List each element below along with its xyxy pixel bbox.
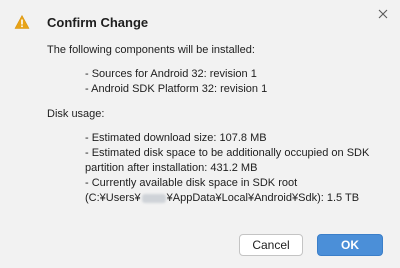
- redacted-username: [141, 193, 166, 203]
- close-icon: [378, 9, 388, 19]
- cancel-button[interactable]: Cancel: [239, 234, 303, 256]
- disk-space-line2: partition after installation: 431.2 MB: [85, 162, 258, 174]
- warning-icon: [14, 14, 30, 30]
- title-bar: Confirm Change: [14, 14, 148, 30]
- dialog-body: The following components will be install…: [47, 43, 388, 206]
- available-space-line2: (C:¥Users¥ ¥AppData¥Local¥Android¥Sdk): 1…: [85, 191, 388, 206]
- component-item: - Android SDK Platform 32: revision 1: [85, 83, 268, 95]
- close-button[interactable]: [374, 5, 392, 23]
- confirm-change-dialog: Confirm Change The following components …: [0, 0, 400, 268]
- component-item: - Sources for Android 32: revision 1: [85, 68, 257, 80]
- button-row: Cancel OK: [239, 234, 383, 256]
- disk-usage-list: - Estimated download size: 107.8 MB - Es…: [47, 131, 388, 206]
- sdk-path-prefix: (C:¥Users¥: [85, 192, 141, 204]
- sdk-path-suffix: ¥AppData¥Local¥Android¥Sdk): 1.5 TB: [166, 192, 360, 204]
- dialog-title: Confirm Change: [47, 14, 149, 30]
- download-size: - Estimated download size: 107.8 MB: [85, 132, 267, 144]
- components-list: - Sources for Android 32: revision 1 - A…: [47, 67, 388, 97]
- disk-space-line1: - Estimated disk space to be additionall…: [85, 147, 370, 159]
- ok-button[interactable]: OK: [317, 234, 383, 256]
- available-space-line1: - Currently available disk space in SDK …: [85, 177, 298, 189]
- intro-text: The following components will be install…: [47, 44, 255, 56]
- disk-usage-heading: Disk usage:: [47, 108, 105, 120]
